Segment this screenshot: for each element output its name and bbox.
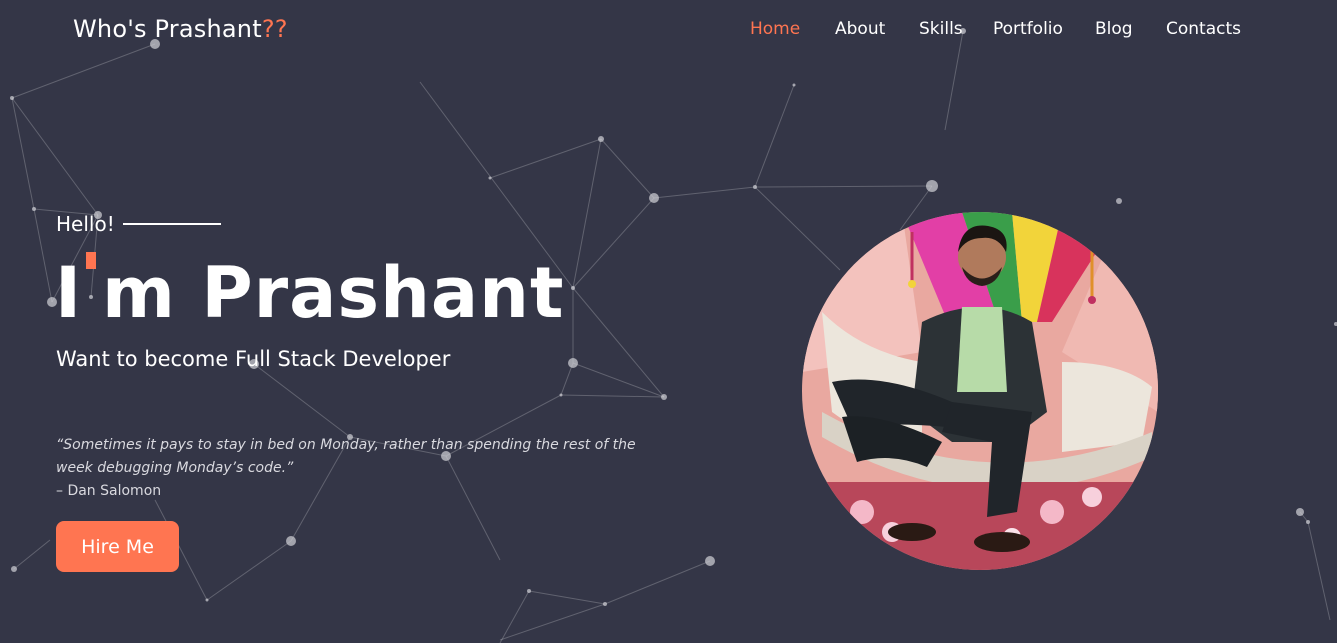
greeting: Hello! [56, 211, 221, 237]
hero-title-prefix: I [55, 252, 83, 334]
greeting-divider [122, 223, 221, 225]
nav-item-contacts[interactable]: Contacts [1166, 18, 1241, 40]
nav-item-about[interactable]: About [835, 18, 885, 40]
brand-suffix: ?? [261, 15, 288, 43]
nav-item-portfolio[interactable]: Portfolio [993, 18, 1063, 40]
profile-photo [802, 212, 1158, 570]
profile-photo-illustration [802, 212, 1158, 570]
hero-subtitle: Want to become Full Stack Developer [56, 347, 451, 371]
nav-item-skills[interactable]: Skills [919, 18, 963, 40]
hire-me-button[interactable]: Hire Me [56, 521, 179, 572]
quote-author: – Dan Salomon [56, 483, 162, 499]
nav-item-home[interactable]: Home [750, 18, 800, 40]
quote-text: “Sometimes it pays to stay in bed on Mon… [56, 437, 636, 476]
apostrophe-accent [86, 252, 97, 269]
brand-logo[interactable]: Who's Prashant?? [73, 13, 288, 45]
nav-item-blog[interactable]: Blog [1095, 18, 1133, 40]
page: Who's Prashant?? Home About Skills Portf… [0, 0, 1337, 643]
greeting-text: Hello! [56, 212, 115, 236]
hero-title: Im Prashant [55, 250, 564, 336]
brand-name: Who's Prashant [73, 15, 262, 43]
hero-title-suffix: m Prashant [102, 252, 565, 334]
